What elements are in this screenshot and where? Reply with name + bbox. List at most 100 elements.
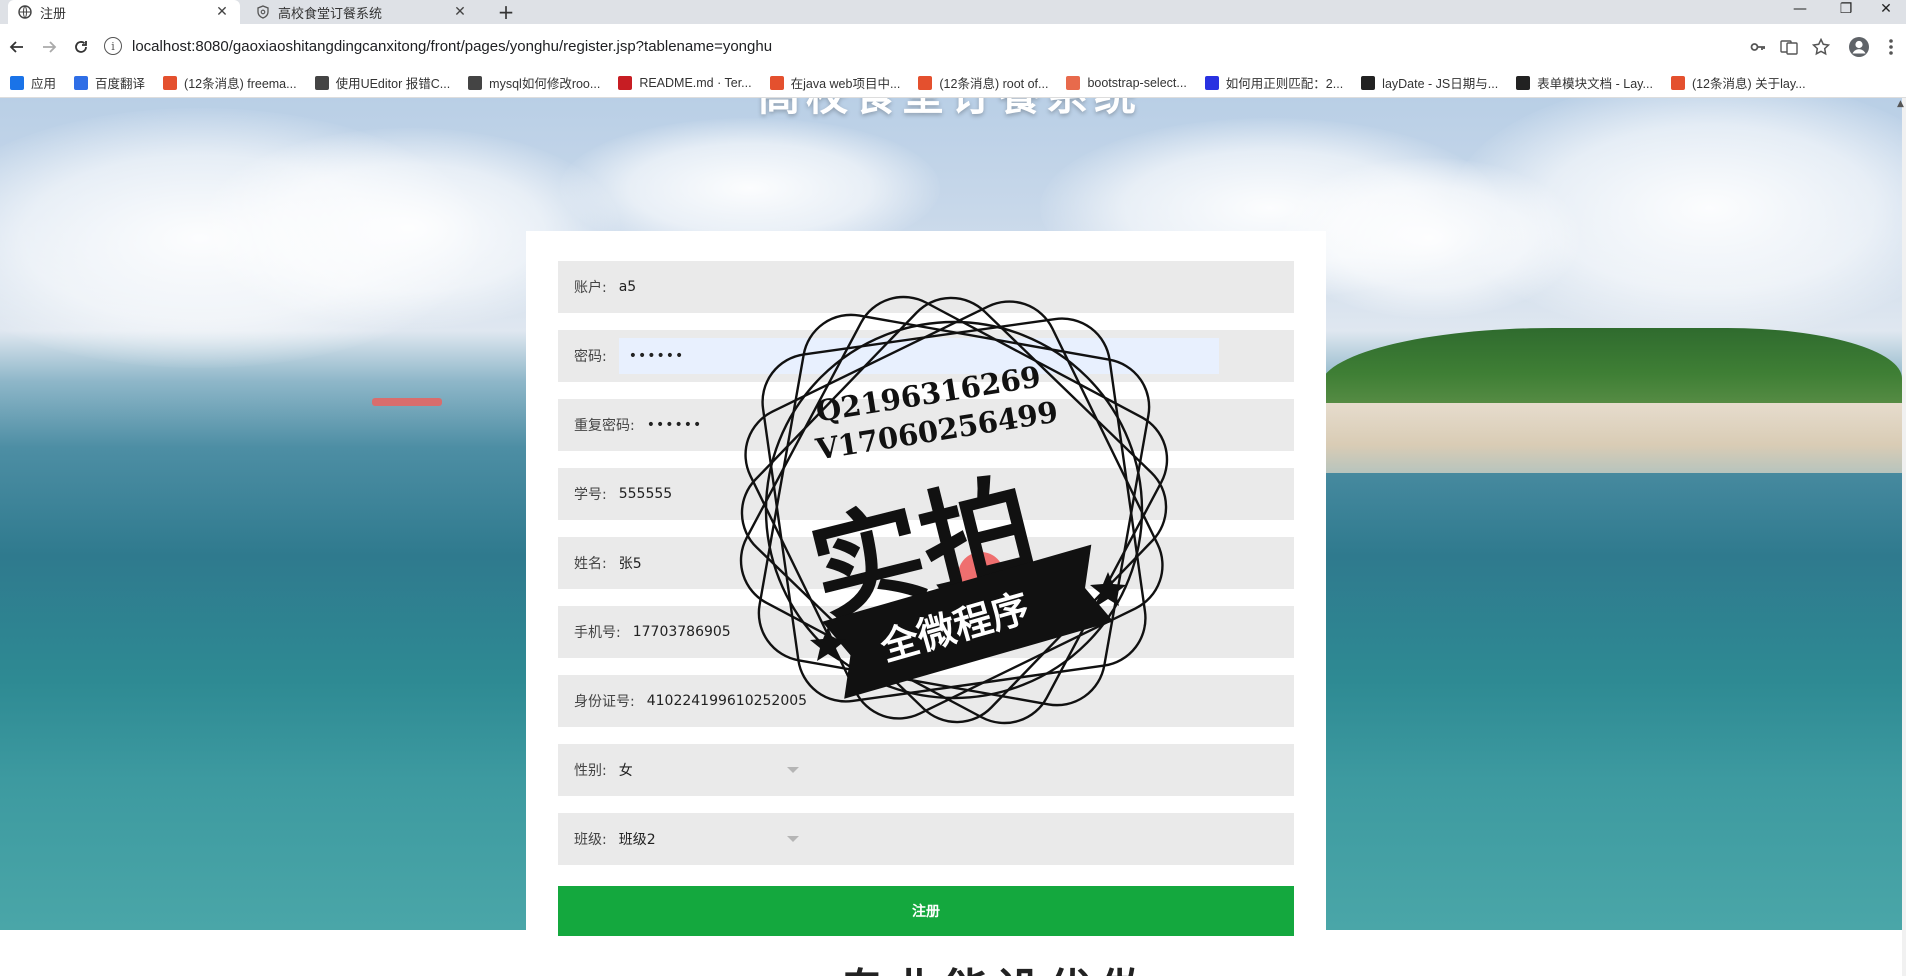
class-label: 班级: [574, 832, 607, 848]
id-card-label: 身份证号: [574, 694, 635, 710]
translate-icon [74, 75, 89, 90]
bookmark-item[interactable]: layDate - JS日期与... [1361, 73, 1498, 92]
back-arrow-icon[interactable] [6, 36, 28, 58]
bookmark-label: 如何用正则匹配：2... [1225, 77, 1344, 91]
class-selected-value: 班级2 [618, 832, 656, 848]
register-submit-button[interactable]: 注册 [558, 886, 1294, 936]
account-label: 账户: [574, 280, 607, 296]
bookmark-label: bootstrap-select... [1087, 75, 1187, 90]
bookmark-item[interactable]: bootstrap-select... [1066, 75, 1187, 90]
bookmark-label: 应用 [31, 77, 57, 91]
password-repeat-label: 重复密码: [574, 418, 635, 434]
close-icon[interactable]: ✕ [214, 4, 230, 20]
browser-toolbar: i [0, 24, 1906, 68]
gitee-icon [618, 75, 633, 90]
account-field: 账户: [558, 261, 1294, 313]
browser-tab-bar: 注册 ✕ 高校食堂订餐系统 ✕ + — ❐ ✕ [0, 0, 1906, 24]
gender-label: 性别: [574, 763, 607, 779]
minimize-icon[interactable]: — [1780, 0, 1820, 18]
bookmark-item[interactable]: (12条消息) freema... [163, 73, 297, 92]
dropdown-arrow-icon [786, 767, 799, 773]
id-card-field: 身份证号: [558, 675, 1294, 727]
bookmark-item[interactable]: (12条消息) root of... [918, 73, 1048, 92]
page-scrollbar[interactable] [1902, 98, 1906, 976]
globe-icon [18, 5, 32, 19]
bookmark-label: mysql如何修改roo... [489, 77, 601, 91]
scroll-up-arrow-icon[interactable]: ▲ [1895, 98, 1906, 110]
star-icon[interactable] [1810, 36, 1832, 58]
password-repeat-field: 重复密码: [558, 399, 1294, 451]
translate-icon[interactable] [1778, 36, 1800, 58]
bookmark-label: layDate - JS日期与... [1382, 77, 1499, 91]
bookmark-label: 在java web项目中... [790, 77, 901, 91]
layui-icon [1516, 75, 1531, 90]
kebab-menu-icon[interactable] [1880, 36, 1902, 58]
password-input[interactable] [618, 338, 1219, 374]
bookmark-item[interactable]: 如何用正则匹配：2... [1204, 73, 1344, 92]
profile-avatar-icon[interactable] [1848, 36, 1870, 58]
window-close-icon[interactable]: ✕ [1866, 0, 1906, 18]
site-info-icon[interactable]: i [104, 37, 122, 55]
id-card-input[interactable] [646, 683, 1207, 719]
phone-input[interactable] [632, 614, 1213, 650]
tab-register[interactable]: 注册 ✕ [8, 0, 240, 24]
new-tab-button[interactable]: + [494, 0, 518, 24]
csdn-icon [769, 75, 784, 90]
close-icon[interactable]: ✕ [452, 4, 468, 20]
password-label: 密码: [574, 349, 607, 365]
shield-icon [256, 5, 270, 19]
bookmark-label: (12条消息) freema... [184, 77, 297, 91]
apps-grid-icon [10, 75, 24, 90]
gender-field: 性别: 女 [558, 744, 1294, 796]
site-title: 高校食堂订餐系统 [700, 98, 1200, 117]
key-icon[interactable] [1747, 36, 1769, 58]
bookmark-item[interactable]: 百度翻译 [74, 73, 145, 92]
bookmarks-bar: 应用 百度翻译 (12条消息) freema... 使用UEditor 报错C... m… [0, 68, 1906, 98]
gender-select[interactable]: 女 [619, 752, 799, 788]
site-icon [314, 75, 329, 90]
student-no-field: 学号: [558, 468, 1294, 520]
tab-canteen-system[interactable]: 高校食堂订餐系统 ✕ [246, 0, 478, 24]
bookmark-item[interactable]: 应用 [10, 73, 56, 92]
bookmark-label: (12条消息) 关于lay... [1691, 77, 1806, 91]
page-viewport: 高校食堂订餐系统 账户: 密码: 重复密码: 学号: 姓名: 手机号: 身份证号… [0, 98, 1902, 976]
phone-field: 手机号: [558, 606, 1294, 658]
class-select[interactable]: 班级2 [619, 821, 799, 857]
site-icon [468, 75, 483, 90]
baidu-icon [1204, 75, 1219, 90]
bookmark-label: (12条消息) root of... [939, 77, 1049, 91]
register-form: 账户: 密码: 重复密码: 学号: 姓名: 手机号: 身份证号: 性别: [526, 231, 1326, 976]
forward-arrow-icon[interactable] [38, 36, 60, 58]
jianshu-icon [1066, 75, 1081, 90]
dropdown-arrow-icon [786, 836, 799, 842]
bookmark-item[interactable]: 表单模块文档 - Lay... [1516, 73, 1653, 92]
bookmark-item[interactable]: 使用UEditor 报错C... [314, 73, 451, 92]
url-input[interactable] [132, 37, 1632, 55]
bookmark-label: 使用UEditor 报错C... [335, 77, 451, 91]
bookmark-label: 表单模块文档 - Lay... [1537, 77, 1653, 91]
island-trees [1320, 328, 1902, 412]
bookmark-item[interactable]: 在java web项目中... [769, 73, 901, 92]
password-field: 密码: [558, 330, 1294, 382]
layui-icon [1361, 75, 1376, 90]
tab-title: 注册 [40, 6, 67, 22]
student-no-label: 学号: [574, 487, 607, 503]
bookmark-item[interactable]: README.md · Ter... [618, 75, 752, 90]
address-bar[interactable]: i [104, 28, 1744, 64]
class-field: 班级: 班级2 [558, 813, 1294, 865]
student-no-input[interactable] [618, 476, 1219, 512]
reload-icon[interactable] [70, 36, 92, 58]
password-repeat-input[interactable] [646, 407, 1207, 443]
bookmark-item[interactable]: mysql如何修改roo... [468, 73, 600, 92]
bookmark-item[interactable]: (12条消息) 关于lay... [1670, 73, 1806, 92]
name-field: 姓名: [558, 537, 1294, 589]
csdn-icon [163, 75, 178, 90]
account-input[interactable] [618, 269, 1219, 305]
restore-icon[interactable]: ❐ [1826, 0, 1866, 18]
section-title: 专业能设优做 [840, 954, 1200, 976]
bookmark-label: 百度翻译 [95, 77, 146, 91]
boat [372, 398, 442, 406]
name-input[interactable] [618, 545, 1219, 581]
bookmark-label: README.md · Ter... [639, 75, 752, 90]
beach-sand [1320, 403, 1902, 473]
